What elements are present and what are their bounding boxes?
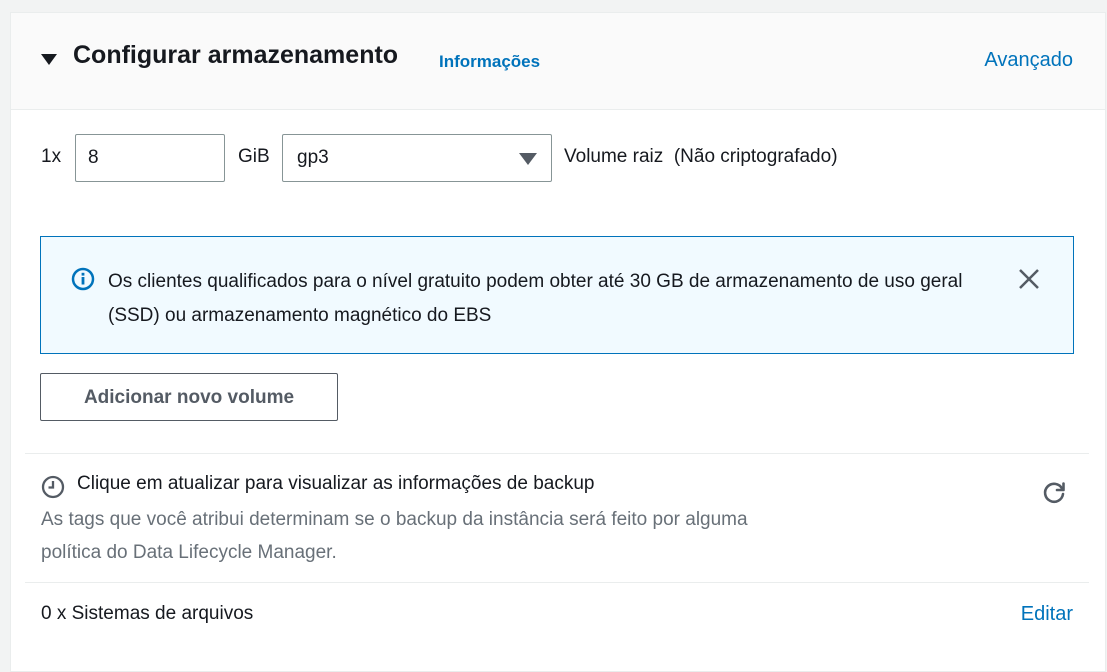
- collapse-caret-icon[interactable]: [41, 54, 57, 65]
- storage-panel: Configurar armazenamento Informações Ava…: [10, 12, 1106, 672]
- clock-icon: [41, 475, 65, 499]
- alert-message: Os clientes qualificados para o nível gr…: [108, 271, 963, 326]
- advanced-link[interactable]: Avançado: [984, 49, 1073, 72]
- volume-type-value: gp3: [297, 147, 329, 168]
- root-volume-row: 1x 8 GiB gp3 Volume raiz (Não criptograf…: [11, 134, 1105, 182]
- volume-description: Volume raiz (Não criptografado): [564, 146, 838, 167]
- info-icon: [71, 267, 95, 291]
- section-divider: [25, 582, 1089, 583]
- file-systems-label: 0 x Sistemas de arquivos: [41, 603, 254, 624]
- panel-header: Configurar armazenamento Informações Ava…: [11, 13, 1105, 110]
- backup-info-title: Clique em atualizar para visualizar as i…: [77, 473, 595, 494]
- refresh-icon[interactable]: [1041, 480, 1067, 506]
- panel-title: Configurar armazenamento: [73, 41, 399, 69]
- volume-size-input[interactable]: 8: [75, 134, 225, 182]
- close-icon[interactable]: [1017, 267, 1041, 291]
- free-tier-alert: Os clientes qualificados para o nível gr…: [40, 236, 1074, 354]
- section-divider: [25, 453, 1089, 454]
- info-link[interactable]: Informações: [439, 52, 540, 72]
- volume-type-select[interactable]: gp3: [282, 134, 552, 182]
- size-unit: GiB: [238, 146, 270, 167]
- edit-file-systems-link[interactable]: Editar: [1021, 603, 1073, 626]
- volume-count: 1x: [41, 146, 62, 167]
- add-new-volume-button[interactable]: Adicionar novo volume: [40, 373, 338, 421]
- backup-info-description: As tags que você atribui determinam se o…: [41, 509, 748, 563]
- caret-down-icon: [519, 153, 537, 165]
